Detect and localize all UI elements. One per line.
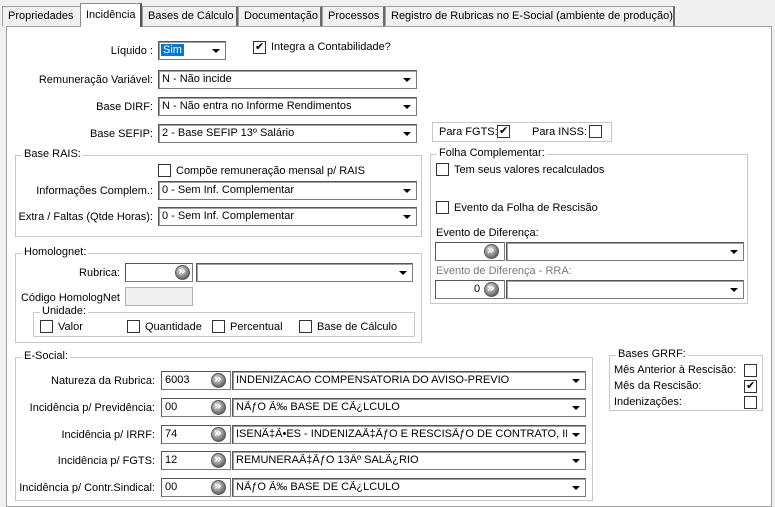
natureza-rubrica-label: Natureza da Rubrica: bbox=[51, 375, 155, 387]
base-dirf-label: Base DIRF: bbox=[96, 101, 153, 113]
rem-variavel-label: Remuneração Variável: bbox=[38, 74, 153, 86]
base-sefip-label: Base SEFIP: bbox=[90, 128, 153, 140]
unidade-valor-checkbox[interactable] bbox=[40, 320, 53, 333]
incidencia-irrf-label: Incidência p/ IRRF: bbox=[61, 429, 155, 441]
folha-rescisao-checkbox[interactable] bbox=[436, 201, 449, 214]
natureza-rubrica-select[interactable]: INDENIZACAO COMPENSATORIA DO AVISO-PREVI… bbox=[232, 371, 586, 390]
extra-faltas-select[interactable]: 0 - Sem Inf. Complementar bbox=[158, 207, 417, 226]
indenizacoes-checkbox[interactable] bbox=[744, 396, 757, 409]
incidencia-previdencia-select[interactable]: NÃƒO Ã‰ BASE DE CÃ¿LCULO bbox=[232, 398, 586, 417]
unidade-base-calculo-label: Base de Cálculo bbox=[317, 321, 398, 333]
lookup-icon[interactable] bbox=[484, 243, 499, 259]
mes-anterior-rescisao-checkbox[interactable] bbox=[744, 364, 757, 377]
lookup-icon[interactable] bbox=[211, 372, 226, 388]
lookup-icon[interactable] bbox=[175, 264, 190, 280]
evento-diferenca-label: Evento de Diferença: bbox=[436, 227, 539, 239]
chevron-down-icon[interactable] bbox=[568, 453, 584, 468]
chevron-down-icon[interactable] bbox=[568, 480, 584, 495]
rem-variavel-select[interactable]: N - Não incide bbox=[158, 70, 417, 89]
lookup-icon[interactable] bbox=[211, 479, 226, 495]
integra-contabilidade-label: Integra a Contabilidade? bbox=[271, 41, 391, 53]
recalculados-label: Tem seus valores recalculados bbox=[454, 164, 605, 176]
lookup-icon[interactable] bbox=[484, 281, 499, 297]
tab-propriedades[interactable]: Propriedades bbox=[2, 6, 82, 26]
integra-contabilidade-checkbox[interactable] bbox=[253, 40, 266, 54]
base-sefip-select[interactable]: 2 - Base SEFIP 13º Salário bbox=[158, 124, 417, 143]
folha-complementar-title: Folha Complementar: bbox=[437, 147, 547, 159]
chevron-down-icon[interactable] bbox=[568, 427, 584, 442]
mes-rescisao-label: Mês da Rescisão: bbox=[614, 380, 702, 392]
lookup-icon[interactable] bbox=[211, 452, 226, 468]
incidencia-irrf-select[interactable]: ISENÃ‡Ã•ES - INDENIZAÃ‡ÃƒO E RESCISÃƒO D… bbox=[232, 425, 586, 444]
tab-bar: Propriedades Incidência Bases de Cálculo… bbox=[0, 0, 775, 27]
incidencia-fgts-select[interactable]: REMUNERAÃ‡ÃƒO 13Âº SALÃ¿RIO bbox=[232, 451, 586, 470]
compoe-rais-label: Compõe remuneração mensal p/ RAIS bbox=[176, 165, 365, 177]
recalculados-checkbox[interactable] bbox=[436, 163, 449, 176]
tab-bases-de-calculo[interactable]: Bases de Cálculo bbox=[142, 6, 238, 26]
codigo-homolognet-label: Código HomologNet bbox=[20, 292, 120, 304]
folha-rescisao-label: Evento da Folha de Rescisão bbox=[454, 202, 598, 214]
extra-faltas-label: Extra / Faltas (Qtde Horas): bbox=[18, 211, 153, 223]
evento-diferenca-rra-select[interactable] bbox=[506, 280, 744, 299]
para-fgts-checkbox[interactable] bbox=[497, 124, 510, 138]
chevron-down-icon[interactable] bbox=[399, 126, 415, 141]
evento-diferenca-rra-label: Evento de Diferença - RRA: bbox=[436, 265, 572, 277]
incidencia-contr-sindical-label: Incidência p/ Contr.Sindical: bbox=[19, 482, 155, 494]
unidade-valor-label: Valor bbox=[58, 321, 83, 333]
tab-registro-esocial[interactable]: Registro de Rubricas no E-Social (ambien… bbox=[385, 6, 675, 26]
unidade-title: Unidade: bbox=[40, 305, 89, 317]
chevron-down-icon[interactable] bbox=[568, 373, 584, 388]
tab-incidencia[interactable]: Incidência bbox=[80, 3, 142, 27]
para-inss-checkbox[interactable] bbox=[589, 125, 602, 138]
lookup-icon[interactable] bbox=[211, 426, 226, 442]
chevron-down-icon[interactable] bbox=[395, 265, 411, 280]
unidade-quantidade-checkbox[interactable] bbox=[127, 320, 140, 333]
codigo-homolognet-input[interactable] bbox=[125, 287, 193, 306]
esocial-title: E-Social: bbox=[22, 350, 71, 362]
para-inss-label: Para INSS: bbox=[532, 126, 588, 138]
base-rais-title: Base RAIS: bbox=[22, 148, 83, 160]
info-complem-label: Informações Complem.: bbox=[36, 185, 153, 197]
bases-grrf-title: Bases GRRF: bbox=[616, 348, 688, 360]
unidade-quantidade-label: Quantidade bbox=[145, 321, 202, 333]
compoe-rais-checkbox[interactable] bbox=[158, 164, 171, 177]
para-fgts-label: Para FGTS: bbox=[439, 126, 498, 138]
chevron-down-icon[interactable] bbox=[726, 244, 742, 259]
info-complem-select[interactable]: 0 - Sem Inf. Complementar bbox=[158, 181, 417, 200]
incidencia-fgts-label: Incidência p/ FGTS: bbox=[57, 455, 155, 467]
chevron-down-icon[interactable] bbox=[726, 282, 742, 297]
chevron-down-icon[interactable] bbox=[399, 209, 415, 224]
unidade-percentual-checkbox[interactable] bbox=[212, 320, 225, 333]
rubrica-label: Rubrica: bbox=[79, 267, 120, 279]
unidade-percentual-label: Percentual bbox=[230, 321, 283, 333]
chevron-down-icon[interactable] bbox=[399, 72, 415, 87]
incidencia-previdencia-label: Incidência p/ Previdência: bbox=[29, 402, 155, 414]
tab-documentacao[interactable]: Documentação bbox=[238, 6, 322, 26]
rubrica-select[interactable] bbox=[196, 263, 413, 282]
evento-diferenca-select[interactable] bbox=[506, 242, 744, 261]
homolognet-title: Homolognet: bbox=[22, 246, 89, 258]
lookup-icon[interactable] bbox=[211, 399, 226, 415]
incidencia-contr-sindical-select[interactable]: NÃƒO Ã‰ BASE DE CÃ¿LCULO bbox=[232, 478, 586, 497]
liquido-label: Líquido : bbox=[110, 45, 153, 57]
base-dirf-select[interactable]: N - Não entra no Informe Rendimentos bbox=[158, 97, 417, 116]
liquido-select[interactable]: Sim bbox=[158, 41, 226, 60]
mes-rescisao-checkbox[interactable] bbox=[744, 379, 757, 393]
chevron-down-icon[interactable] bbox=[208, 43, 224, 58]
mes-anterior-rescisao-label: Mês Anterior à Rescisão: bbox=[614, 364, 737, 376]
unidade-base-calculo-checkbox[interactable] bbox=[299, 320, 312, 333]
chevron-down-icon[interactable] bbox=[399, 183, 415, 198]
chevron-down-icon[interactable] bbox=[399, 99, 415, 114]
chevron-down-icon[interactable] bbox=[568, 400, 584, 415]
indenizacoes-label: Indenizações: bbox=[614, 396, 682, 408]
tab-processos[interactable]: Processos bbox=[322, 6, 385, 26]
